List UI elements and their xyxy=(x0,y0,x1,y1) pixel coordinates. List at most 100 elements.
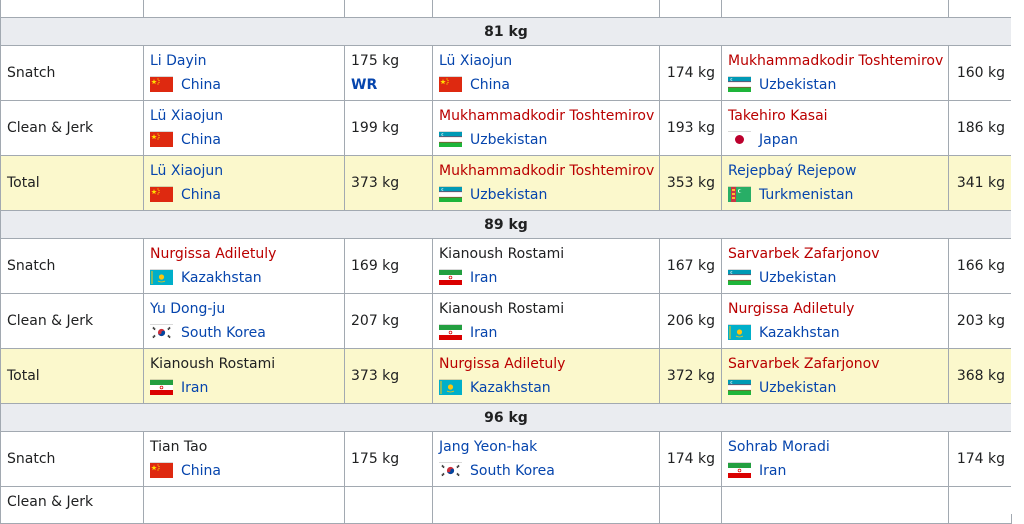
result-row-partial: Clean & Jerk xyxy=(0,486,1012,524)
gold-athlete-link[interactable]: Li Dayin xyxy=(150,53,207,69)
turkmenistan-flag-icon xyxy=(728,186,751,202)
empty-cell xyxy=(721,486,949,524)
gold-athlete-link[interactable]: Kianoush Rostami xyxy=(150,356,275,372)
empty-cell xyxy=(659,486,722,524)
bronze-weight-cell: 186 kg xyxy=(948,100,1012,156)
silver-athlete-link[interactable]: Mukhammadkodir Toshtemirov xyxy=(439,108,654,124)
silver-athlete-link[interactable]: Nurgissa Adiletuly xyxy=(439,356,565,372)
silver-athlete-cell: Mukhammadkodir Toshtemirov Uzbekistan xyxy=(432,155,660,211)
silver-weight-cell: 353 kg xyxy=(659,155,722,211)
bronze-athlete-link[interactable]: Sarvarbek Zafarjonov xyxy=(728,246,880,262)
gold-athlete-link[interactable]: Lü Xiaojun xyxy=(150,108,223,124)
uzbekistan-flag-icon xyxy=(728,76,751,92)
world-record-link[interactable]: WR xyxy=(351,77,377,93)
bronze-weight-cell: 368 kg xyxy=(948,348,1012,404)
event-name: Snatch xyxy=(0,431,144,487)
gold-country-link[interactable]: Iran xyxy=(181,380,208,396)
event-name: Clean & Jerk xyxy=(0,100,144,156)
gold-athlete-link[interactable]: Yu Dong-ju xyxy=(150,301,225,317)
bronze-athlete-cell: Nurgissa Adiletuly Kazakhstan xyxy=(721,293,949,349)
silver-weight: 174 kg xyxy=(666,65,715,81)
bronze-athlete-link[interactable]: Sohrab Moradi xyxy=(728,439,830,455)
gold-athlete-link[interactable]: Tian Tao xyxy=(150,439,207,455)
bronze-athlete-cell: Rejepbaý Rejepow Turkmenistan xyxy=(721,155,949,211)
silver-athlete-cell: Jang Yeon-hak South Korea xyxy=(432,431,660,487)
uzbekistan-flag-icon xyxy=(439,131,462,147)
gold-country-link[interactable]: Kazakhstan xyxy=(181,270,262,286)
bronze-athlete-link[interactable]: Rejepbaý Rejepow xyxy=(728,163,856,179)
gold-athlete-link[interactable]: Lü Xiaojun xyxy=(150,163,223,179)
silver-athlete-link[interactable]: Lü Xiaojun xyxy=(439,53,512,69)
silver-country-link[interactable]: Kazakhstan xyxy=(470,380,551,396)
uzbekistan-flag-icon xyxy=(728,269,751,285)
bronze-country-link[interactable]: Uzbekistan xyxy=(759,270,836,286)
gold-weight: 207 kg xyxy=(351,313,400,329)
weight-class-header: 89 kg xyxy=(0,210,1012,239)
bronze-weight: 368 kg xyxy=(956,368,1005,384)
gold-country-link[interactable]: South Korea xyxy=(181,325,266,341)
gold-athlete-cell: Yu Dong-ju South Korea xyxy=(143,293,345,349)
result-row: Snatch Li Dayin China 175 kg WR Lü Xiaojun Chi… xyxy=(0,45,1012,101)
china-flag-icon xyxy=(150,131,173,147)
result-row: Snatch Tian Tao China 175 kg Jang Yeon-hak So… xyxy=(0,431,1012,487)
bronze-country-link[interactable]: Iran xyxy=(759,463,786,479)
silver-weight-cell: 174 kg xyxy=(659,431,722,487)
event-name: Clean & Jerk xyxy=(0,486,144,524)
bronze-weight: 166 kg xyxy=(956,258,1005,274)
bronze-athlete-link[interactable]: Mukhammadkodir Toshtemirov xyxy=(728,53,943,69)
event-name: Total xyxy=(0,348,144,404)
empty-cell xyxy=(948,486,1012,524)
bronze-athlete-cell: Mukhammadkodir Toshtemirov Uzbekistan xyxy=(721,45,949,101)
gold-athlete-cell: Tian Tao China xyxy=(143,431,345,487)
silver-country-link[interactable]: Uzbekistan xyxy=(470,132,547,148)
silver-weight: 167 kg xyxy=(666,258,715,274)
china-flag-icon xyxy=(150,462,173,478)
silver-athlete-link[interactable]: Kianoush Rostami xyxy=(439,301,564,317)
bronze-country-link[interactable]: Uzbekistan xyxy=(759,77,836,93)
weight-class-title: 81 kg xyxy=(0,17,1012,46)
weight-class-header: 96 kg xyxy=(0,403,1012,432)
bronze-athlete-cell: Sarvarbek Zafarjonov Uzbekistan xyxy=(721,348,949,404)
bronze-athlete-link[interactable]: Sarvarbek Zafarjonov xyxy=(728,356,880,372)
gold-country-link[interactable]: China xyxy=(181,77,221,93)
gold-athlete-link[interactable]: Nurgissa Adiletuly xyxy=(150,246,276,262)
silver-athlete-link[interactable]: Kianoush Rostami xyxy=(439,246,564,262)
silver-country-link[interactable]: China xyxy=(470,77,510,93)
uzbekistan-flag-icon xyxy=(439,186,462,202)
bronze-country-link[interactable]: Turkmenistan xyxy=(759,187,853,203)
silver-country-link[interactable]: Iran xyxy=(470,270,497,286)
result-row: Snatch Nurgissa Adiletuly Kazakhstan 169 kg… xyxy=(0,238,1012,294)
silver-country-link[interactable]: South Korea xyxy=(470,463,555,479)
silver-athlete-cell: Kianoush Rostami Iran xyxy=(432,238,660,294)
event-name: Total xyxy=(0,155,144,211)
japan-flag-icon xyxy=(728,131,751,147)
gold-weight-cell: 175 kg xyxy=(344,431,433,487)
event-name: Snatch xyxy=(0,238,144,294)
silver-weight: 206 kg xyxy=(666,313,715,329)
empty-cell xyxy=(143,486,345,524)
bronze-weight: 203 kg xyxy=(956,313,1005,329)
gold-athlete-cell: Kianoush Rostami Iran xyxy=(143,348,345,404)
silver-country-link[interactable]: Iran xyxy=(470,325,497,341)
silver-weight-cell: 174 kg xyxy=(659,45,722,101)
korea-flag-icon xyxy=(439,462,462,478)
silver-athlete-link[interactable]: Mukhammadkodir Toshtemirov xyxy=(439,163,654,179)
bronze-country-link[interactable]: Japan xyxy=(759,132,798,148)
gold-weight: 175 kg xyxy=(351,53,400,69)
silver-athlete-link[interactable]: Jang Yeon-hak xyxy=(439,439,537,455)
bronze-country-link[interactable]: Kazakhstan xyxy=(759,325,840,341)
event-name: Snatch xyxy=(0,45,144,101)
bronze-country-link[interactable]: Uzbekistan xyxy=(759,380,836,396)
iran-flag-icon xyxy=(439,269,462,285)
silver-weight: 193 kg xyxy=(666,120,715,136)
gold-weight: 199 kg xyxy=(351,120,400,136)
gold-country-link[interactable]: China xyxy=(181,463,221,479)
gold-weight-cell: 373 kg xyxy=(344,155,433,211)
bronze-athlete-link[interactable]: Takehiro Kasai xyxy=(728,108,828,124)
gold-athlete-cell: Lü Xiaojun China xyxy=(143,155,345,211)
bronze-athlete-link[interactable]: Nurgissa Adiletuly xyxy=(728,301,854,317)
gold-country-link[interactable]: China xyxy=(181,132,221,148)
iran-flag-icon xyxy=(439,324,462,340)
gold-country-link[interactable]: China xyxy=(181,187,221,203)
silver-country-link[interactable]: Uzbekistan xyxy=(470,187,547,203)
